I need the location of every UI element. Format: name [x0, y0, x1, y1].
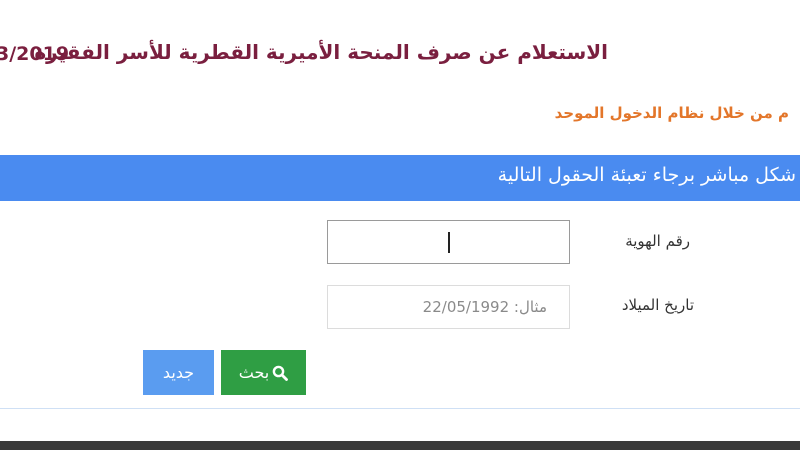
id-number-input[interactable]	[327, 220, 570, 264]
page-title: الاستعلام عن صرف المنحة الأميرية القطرية…	[34, 40, 608, 64]
new-button[interactable]: جديد	[143, 350, 214, 395]
search-button-label: بحث	[238, 363, 270, 382]
banner-text: شكل مباشر برجاء تعبئة الحقول التالية	[497, 164, 796, 186]
birth-date-label: تاريخ الميلاد	[621, 296, 694, 314]
text-caret	[448, 232, 450, 253]
new-button-label: جديد	[162, 363, 195, 382]
instructions-banner: شكل مباشر برجاء تعبئة الحقول التالية	[0, 155, 800, 201]
id-number-label: رقم الهوية	[625, 232, 690, 250]
birth-date-placeholder: مثال: 22/05/1992	[422, 298, 547, 316]
section-divider	[0, 408, 800, 409]
page: الاستعلام عن صرف المنحة الأميرية القطرية…	[0, 0, 800, 450]
page-title-year: 3/2019	[0, 43, 70, 65]
search-icon	[272, 365, 289, 381]
login-notice: م من خلال نظام الدخول الموحد	[554, 104, 789, 122]
search-button[interactable]: بحث	[221, 350, 306, 395]
birth-date-input[interactable]: مثال: 22/05/1992	[327, 285, 570, 329]
footer-bar	[0, 441, 800, 450]
